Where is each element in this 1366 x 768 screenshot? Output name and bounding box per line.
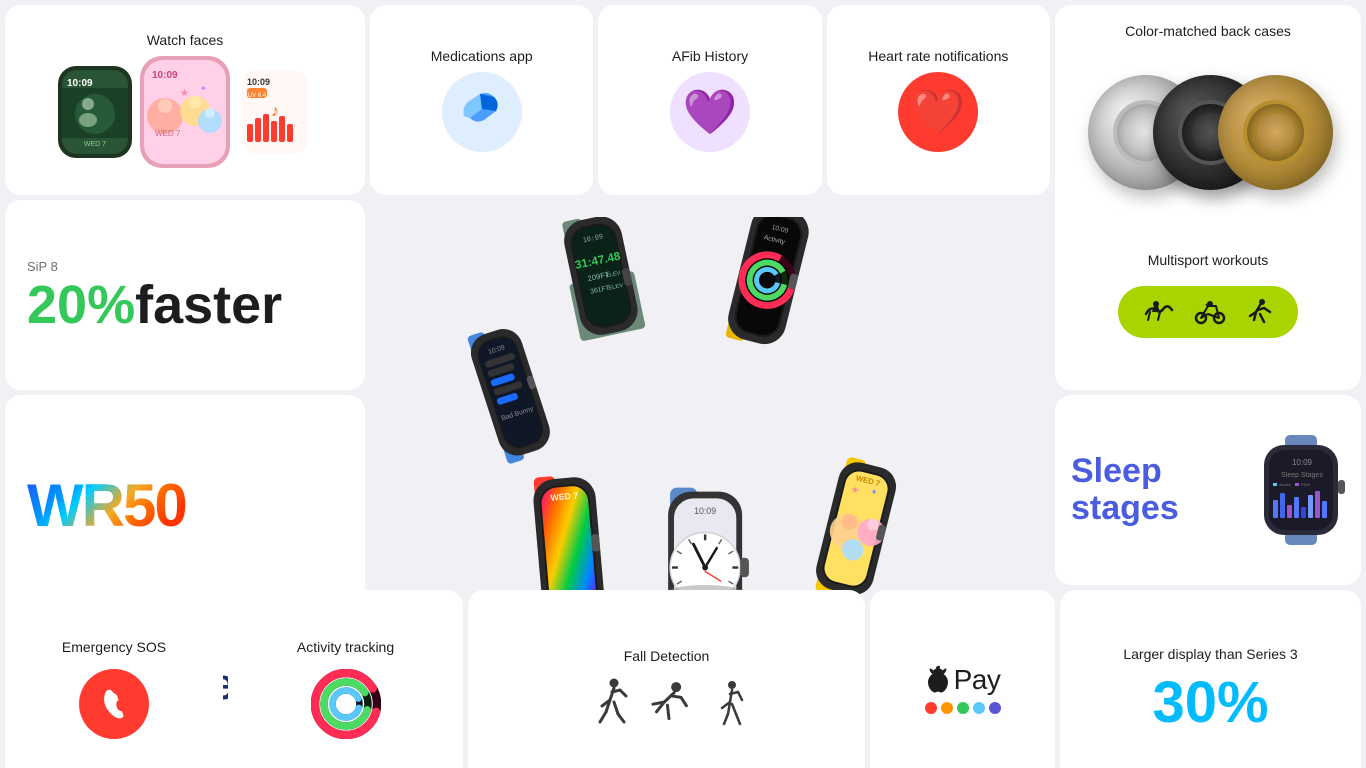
bike-icon2 xyxy=(1194,298,1226,326)
thirty-display: 30% xyxy=(1152,674,1268,732)
heart-icon2: ❤️ xyxy=(898,72,978,152)
svg-text:WED 7: WED 7 xyxy=(155,129,181,138)
sip-word: faster xyxy=(135,278,282,332)
sleep-watch-svg2: 10:09 Sleep Stages Awake REM xyxy=(1260,435,1345,545)
svg-text:Awake: Awake xyxy=(1279,482,1292,487)
apple-dots xyxy=(925,702,1001,714)
fall-card2: Fall Detection xyxy=(468,590,865,768)
svg-text:Sleep Stages: Sleep Stages xyxy=(1281,472,1323,479)
svg-text:10:09: 10:09 xyxy=(67,78,93,89)
afib-icon2: 💜 xyxy=(670,72,750,152)
multisport-pill xyxy=(1118,286,1298,338)
watch-faces-title2: Watch faces xyxy=(147,32,224,48)
svg-text:♪: ♪ xyxy=(271,103,279,120)
meds-card2: Medications app xyxy=(370,5,593,195)
apple-logo-svg2 xyxy=(925,664,951,696)
main-layout: Watch faces 10:09 WED 7 10:09 xyxy=(0,0,1366,768)
heart-card2: Heart rate notifications ❤️ xyxy=(827,5,1050,195)
afib-card2: AFib History 💜 xyxy=(598,5,821,195)
sleep-line1-2: Sleep xyxy=(1071,453,1179,490)
sip-card2: SiP 8 20% faster xyxy=(5,200,365,390)
fall-figures xyxy=(586,678,748,730)
wr50-display: WR50 xyxy=(27,476,186,536)
meds-icon xyxy=(442,72,522,152)
color-title2: Color-matched back cases xyxy=(1125,23,1291,39)
row1-mid: Medications app AFib History 💜 Heart rat… xyxy=(370,5,1050,195)
sos-icon2 xyxy=(79,669,149,739)
sleep-text2: Sleep stages xyxy=(1071,453,1179,528)
afib-title2: AFib History xyxy=(672,48,748,64)
sip-display: 20% faster xyxy=(27,278,282,332)
thirty-card2: Larger display than Series 3 30% xyxy=(1060,590,1361,768)
applepay-card2: Pay xyxy=(870,590,1055,768)
sos-title2: Emergency SOS xyxy=(62,639,166,655)
svg-text:REM: REM xyxy=(1301,482,1310,487)
walking-figure xyxy=(710,680,748,730)
watch-pink-face: 10:09 ★ ✦ WED 7 xyxy=(140,56,230,168)
meds-title2: Medications app xyxy=(431,48,533,64)
svg-text:10:09: 10:09 xyxy=(1292,458,1313,467)
run-icon2 xyxy=(1246,298,1274,326)
watch-faces-card2: Watch faces 10:09 WED 7 10:09 xyxy=(5,5,365,195)
fall-title2: Fall Detection xyxy=(624,648,710,664)
activity-rings-svg2 xyxy=(311,669,381,739)
svg-text:UV 6.4: UV 6.4 xyxy=(248,93,267,99)
activity-card2: Activity tracking xyxy=(228,590,463,768)
svg-text:WED 7: WED 7 xyxy=(84,141,106,148)
watch-row: 10:09 WED 7 10:09 xyxy=(58,56,312,168)
sleep-card2: Sleep stages 10:09 Sleep Stages Awake xyxy=(1055,395,1361,585)
svg-text:10:09: 10:09 xyxy=(152,70,178,81)
sleep-line2-2: stages xyxy=(1071,490,1179,527)
watch-orange-face: 10:09 UV 6.4 ♪ xyxy=(238,66,312,158)
applepay-logo2: Pay xyxy=(925,664,1001,696)
pay-label: Pay xyxy=(954,664,1001,696)
svg-text:✦: ✦ xyxy=(200,84,207,93)
multisport-title2: Multisport workouts xyxy=(1148,252,1269,268)
multisport-card2: Multisport workouts xyxy=(1055,200,1361,390)
svg-text:10:09: 10:09 xyxy=(694,505,716,515)
phone-icon xyxy=(94,684,134,724)
falling-figure xyxy=(636,671,703,738)
sip-num: 20% xyxy=(27,278,135,332)
sos-card2: Emergency SOS xyxy=(5,590,223,768)
running-figure xyxy=(586,678,630,730)
svg-text:10:09: 10:09 xyxy=(247,77,270,87)
larger-title2: Larger display than Series 3 xyxy=(1123,646,1297,662)
swim-icon2 xyxy=(1142,298,1174,326)
activity-title2: Activity tracking xyxy=(297,639,394,655)
case-gold2 xyxy=(1218,75,1333,190)
sip-label: SiP 8 xyxy=(27,259,58,274)
heart-title2: Heart rate notifications xyxy=(868,48,1008,64)
pill-icon-svg xyxy=(456,86,508,138)
cases-display xyxy=(1078,67,1338,197)
bottom-strip: Emergency SOS Activity tracking Fall Det… xyxy=(5,590,1361,768)
watch-green-face: 10:09 WED 7 xyxy=(58,66,132,158)
svg-text:★: ★ xyxy=(180,88,189,99)
